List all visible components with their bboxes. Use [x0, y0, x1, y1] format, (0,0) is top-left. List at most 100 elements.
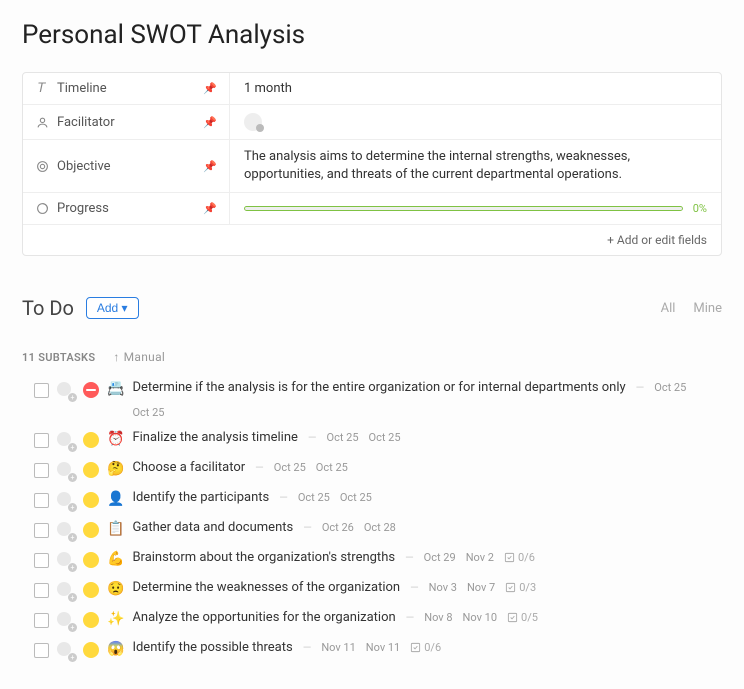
assignee-icon[interactable]: + — [57, 552, 75, 570]
progress-percent: 0% — [693, 202, 707, 215]
task-row[interactable]: +🤔Choose a facilitator—Oct 25Oct 25 — [34, 460, 722, 480]
task-checkbox[interactable] — [34, 583, 49, 598]
task-end-date[interactable]: Oct 25 — [340, 491, 372, 504]
subtask-progress[interactable]: 0/6 — [504, 551, 535, 564]
task-end-date[interactable]: Nov 7 — [467, 581, 495, 594]
pin-icon[interactable]: 📌 — [203, 82, 217, 95]
task-row[interactable]: +✨Analyze the opportunities for the orga… — [34, 610, 722, 630]
task-row[interactable]: +💪Brainstorm about the organization's st… — [34, 550, 722, 570]
task-row[interactable]: +📋Gather data and documents—Oct 26Oct 28 — [34, 520, 722, 540]
text-icon: 𝑇 — [35, 81, 49, 96]
task-start-date[interactable]: Oct 25 — [274, 461, 306, 474]
fields-card: 𝑇 Timeline 📌 1 month Facilitator 📌 Objec… — [22, 72, 722, 256]
filter-mine[interactable]: Mine — [693, 301, 722, 316]
field-row-progress[interactable]: Progress 📌 0% — [23, 193, 721, 225]
task-row[interactable]: +👤Identify the participants—Oct 25Oct 25 — [34, 490, 722, 510]
task-checkbox[interactable] — [34, 383, 49, 398]
status-dot[interactable] — [83, 432, 99, 448]
task-emoji-icon: 📇 — [107, 381, 124, 397]
task-end-date[interactable]: Oct 28 — [364, 521, 396, 534]
assignee-icon[interactable]: + — [57, 612, 75, 630]
task-end-date[interactable]: Nov 10 — [463, 611, 497, 624]
task-title[interactable]: Determine if the analysis is for the ent… — [132, 380, 625, 395]
field-value-facilitator[interactable] — [230, 105, 721, 139]
task-emoji-icon: 📋 — [107, 521, 124, 537]
status-dot[interactable] — [83, 612, 99, 628]
task-body: Determine if the analysis is for the ent… — [132, 380, 722, 420]
status-dot[interactable] — [83, 642, 99, 658]
subtask-progress[interactable]: 0/5 — [507, 611, 538, 624]
task-emoji-icon: 🤔 — [107, 461, 124, 477]
task-body: Choose a facilitator—Oct 25Oct 25 — [132, 460, 722, 475]
task-title[interactable]: Analyze the opportunities for the organi… — [132, 610, 395, 625]
task-checkbox[interactable] — [34, 493, 49, 508]
task-start-date[interactable]: Nov 8 — [424, 611, 452, 624]
assignee-icon[interactable]: + — [57, 462, 75, 480]
assignee-icon[interactable]: + — [57, 432, 75, 450]
task-title[interactable]: Choose a facilitator — [132, 460, 245, 475]
pin-icon[interactable]: 📌 — [203, 116, 217, 129]
task-end-date[interactable]: Oct 25 — [316, 461, 348, 474]
field-value-objective[interactable]: The analysis aims to determine the inter… — [230, 140, 721, 192]
status-dot[interactable] — [83, 382, 99, 398]
add-edit-fields-link[interactable]: + Add or edit fields — [23, 225, 721, 255]
task-title[interactable]: Determine the weaknesses of the organiza… — [132, 580, 400, 595]
task-row[interactable]: +😱Identify the possible threats—Nov 11No… — [34, 640, 722, 660]
sort-label: Manual — [124, 350, 166, 364]
assignee-icon[interactable]: + — [57, 522, 75, 540]
task-end-date[interactable]: Oct 25 — [369, 431, 401, 444]
status-dot[interactable] — [83, 552, 99, 568]
task-start-date[interactable]: Oct 25 — [327, 431, 359, 444]
assignee-icon[interactable]: + — [57, 642, 75, 660]
field-row-facilitator[interactable]: Facilitator 📌 — [23, 105, 721, 140]
task-checkbox[interactable] — [34, 643, 49, 658]
task-end-date[interactable]: Nov 11 — [366, 641, 400, 654]
target-icon — [35, 160, 49, 173]
task-row[interactable]: +⏰Finalize the analysis timeline—Oct 25O… — [34, 430, 722, 450]
assignee-icon[interactable]: + — [57, 582, 75, 600]
task-checkbox[interactable] — [34, 433, 49, 448]
task-start-date[interactable]: Oct 25 — [654, 381, 686, 394]
status-dot[interactable] — [83, 522, 99, 538]
task-end-date[interactable]: Oct 25 — [132, 406, 164, 419]
status-dot[interactable] — [83, 462, 99, 478]
pin-icon[interactable]: 📌 — [203, 202, 217, 215]
avatar-placeholder-icon[interactable] — [244, 113, 262, 131]
subtask-progress[interactable]: 0/6 — [410, 641, 441, 654]
task-row[interactable]: + 📇 Determine if the analysis is for the e… — [34, 380, 722, 420]
subtask-progress[interactable]: 0/3 — [505, 581, 536, 594]
task-checkbox[interactable] — [34, 523, 49, 538]
field-row-objective[interactable]: Objective 📌 The analysis aims to determi… — [23, 140, 721, 193]
task-checkbox[interactable] — [34, 553, 49, 568]
task-end-date[interactable]: Nov 2 — [466, 551, 494, 564]
task-start-date[interactable]: Oct 26 — [322, 521, 354, 534]
task-emoji-icon: 😱 — [107, 641, 124, 657]
add-button[interactable]: Add ▾ — [86, 297, 139, 319]
assignee-icon[interactable]: + — [57, 492, 75, 510]
pin-icon[interactable]: 📌 — [203, 160, 217, 173]
status-dot[interactable] — [83, 582, 99, 598]
task-second-line: Oct 25 — [132, 405, 722, 420]
assignee-icon[interactable]: + — [57, 382, 75, 400]
task-checkbox[interactable] — [34, 463, 49, 478]
field-value-progress[interactable]: 0% — [230, 193, 721, 224]
task-body: Brainstorm about the organization's stre… — [132, 550, 722, 565]
field-value-timeline[interactable]: 1 month — [230, 73, 721, 104]
field-row-timeline[interactable]: 𝑇 Timeline 📌 1 month — [23, 73, 721, 105]
task-checkbox[interactable] — [34, 613, 49, 628]
task-start-date[interactable]: Oct 25 — [298, 491, 330, 504]
task-title[interactable]: Identify the possible threats — [132, 640, 292, 655]
field-label-text: Progress — [57, 201, 109, 216]
task-title[interactable]: Identify the participants — [132, 490, 269, 505]
task-title[interactable]: Finalize the analysis timeline — [132, 430, 297, 445]
task-title[interactable]: Brainstorm about the organization's stre… — [132, 550, 395, 565]
status-dot[interactable] — [83, 492, 99, 508]
field-label-text: Objective — [57, 159, 111, 174]
task-title[interactable]: Gather data and documents — [132, 520, 293, 535]
task-start-date[interactable]: Nov 11 — [321, 641, 355, 654]
task-start-date[interactable]: Nov 3 — [429, 581, 457, 594]
filter-all[interactable]: All — [661, 301, 676, 316]
task-start-date[interactable]: Oct 29 — [424, 551, 456, 564]
task-row[interactable]: +😟Determine the weaknesses of the organi… — [34, 580, 722, 600]
sort-control[interactable]: ↑ Manual — [113, 350, 165, 364]
